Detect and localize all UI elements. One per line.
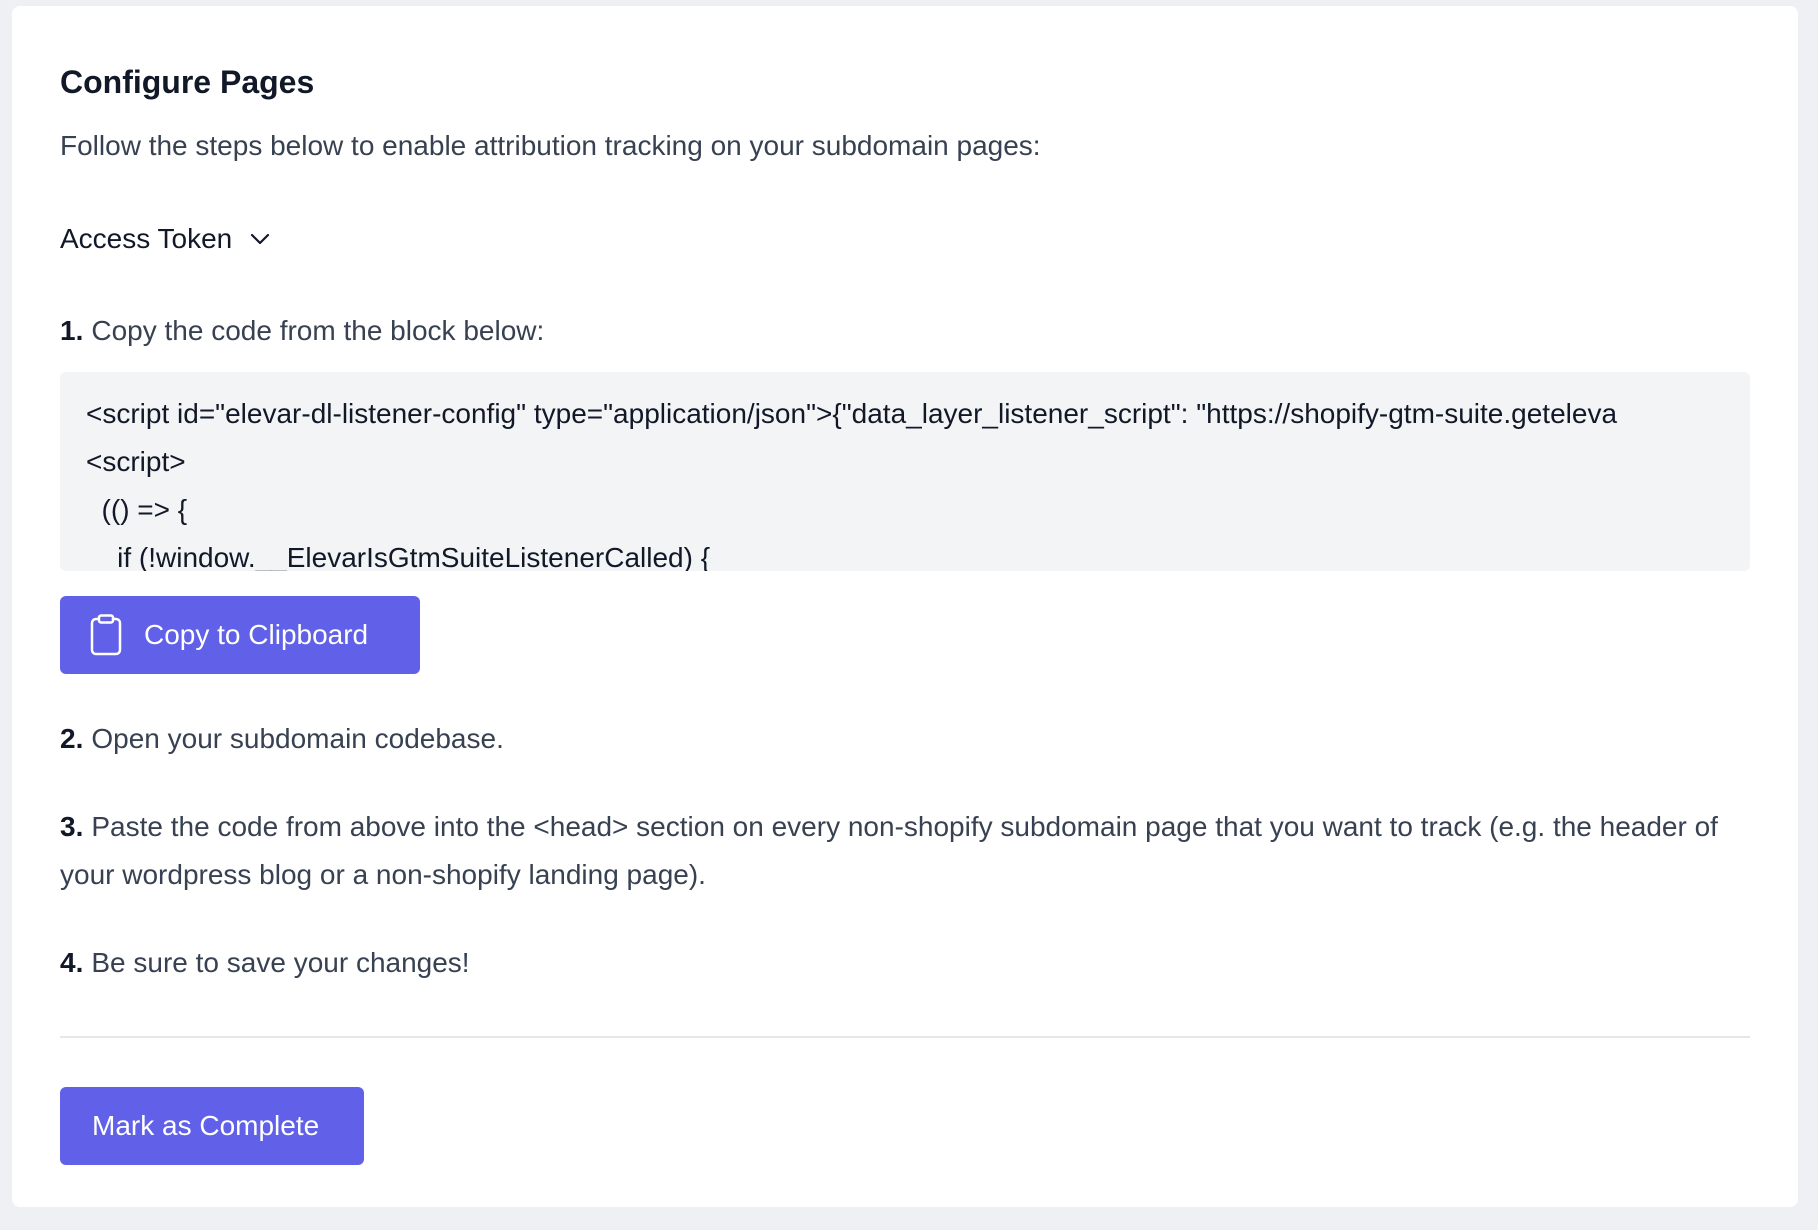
step-3: 3. Paste the code from above into the <he… bbox=[60, 803, 1750, 899]
step-4: 4. Be sure to save your changes! bbox=[60, 939, 1750, 987]
code-line: (() => { bbox=[86, 494, 188, 525]
divider bbox=[60, 1036, 1750, 1038]
step-1: 1. Copy the code from the block below: bbox=[60, 307, 1750, 355]
step-text: Open your subdomain codebase. bbox=[91, 723, 504, 754]
step-number: 2. bbox=[60, 723, 84, 754]
mark-as-complete-button[interactable]: Mark as Complete bbox=[60, 1087, 364, 1165]
step-number: 1. bbox=[60, 315, 84, 346]
code-line: if (!window.__ElevarIsGtmSuiteListenerCa… bbox=[86, 542, 711, 571]
code-line: <script id="elevar-dl-listener-config" t… bbox=[86, 398, 1618, 429]
access-token-label: Access Token bbox=[60, 223, 233, 254]
copy-button-label: Copy to Clipboard bbox=[144, 619, 369, 650]
configure-pages-card: Configure Pages Follow the steps below t… bbox=[12, 6, 1798, 1207]
step-text: Be sure to save your changes! bbox=[91, 947, 470, 978]
clipboard-icon bbox=[90, 614, 122, 656]
copy-to-clipboard-button[interactable]: Copy to Clipboard bbox=[60, 596, 420, 674]
step-text: Copy the code from the block below: bbox=[91, 315, 545, 346]
complete-button-label: Mark as Complete bbox=[92, 1110, 320, 1141]
access-token-toggle[interactable]: Access Token bbox=[60, 219, 270, 259]
step-number: 4. bbox=[60, 947, 84, 978]
step-number: 3. bbox=[60, 811, 84, 842]
code-block[interactable]: <script id="elevar-dl-listener-config" t… bbox=[60, 372, 1750, 571]
page-subtitle: Follow the steps below to enable attribu… bbox=[60, 130, 1041, 161]
step-2: 2. Open your subdomain codebase. bbox=[60, 715, 1750, 763]
code-line: <script> bbox=[86, 446, 186, 477]
page-title: Configure Pages bbox=[60, 64, 315, 100]
step-text: Paste the code from above into the <head… bbox=[60, 811, 1718, 890]
chevron-down-icon bbox=[251, 233, 270, 245]
